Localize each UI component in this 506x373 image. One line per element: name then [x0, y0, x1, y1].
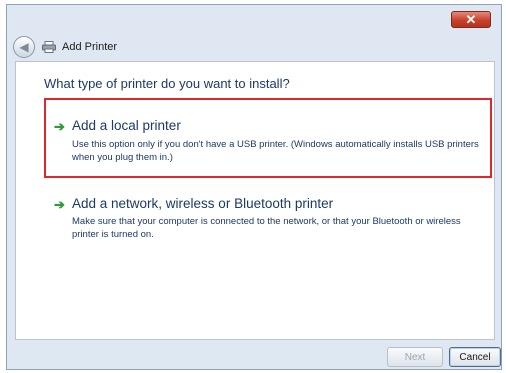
option-add-network-printer[interactable]: ➔ Add a network, wireless or Bluetooth p… [44, 196, 492, 256]
option-add-local-printer[interactable]: ➔ Add a local printer Use this option on… [44, 98, 492, 178]
next-button-label: Next [404, 351, 426, 363]
option-title[interactable]: Add a local printer [72, 118, 181, 133]
cancel-button[interactable]: Cancel [449, 347, 501, 367]
option-title[interactable]: Add a network, wireless or Bluetooth pri… [72, 196, 333, 211]
option-description: Make sure that your computer is connecte… [72, 216, 461, 240]
dialog-content: What type of printer do you want to inst… [15, 61, 495, 340]
window-title: Add Printer [62, 41, 118, 53]
back-arrow-icon: ◀ [19, 40, 29, 54]
cancel-button-label: Cancel [459, 351, 491, 363]
printer-icon [42, 41, 56, 53]
close-icon: ✕ [465, 12, 477, 27]
title-row: ◀ Add Printer [13, 35, 117, 59]
green-arrow-icon: ➔ [54, 197, 65, 212]
back-button[interactable]: ◀ [13, 36, 35, 58]
next-button[interactable]: Next [387, 347, 443, 367]
green-arrow-icon: ➔ [54, 119, 65, 134]
add-printer-window: ✕ ◀ Add Printer What type of printer do … [6, 4, 502, 370]
dialog-heading: What type of printer do you want to inst… [44, 76, 290, 91]
close-button[interactable]: ✕ [451, 11, 491, 28]
option-description: Use this option only if you don't have a… [72, 139, 479, 163]
